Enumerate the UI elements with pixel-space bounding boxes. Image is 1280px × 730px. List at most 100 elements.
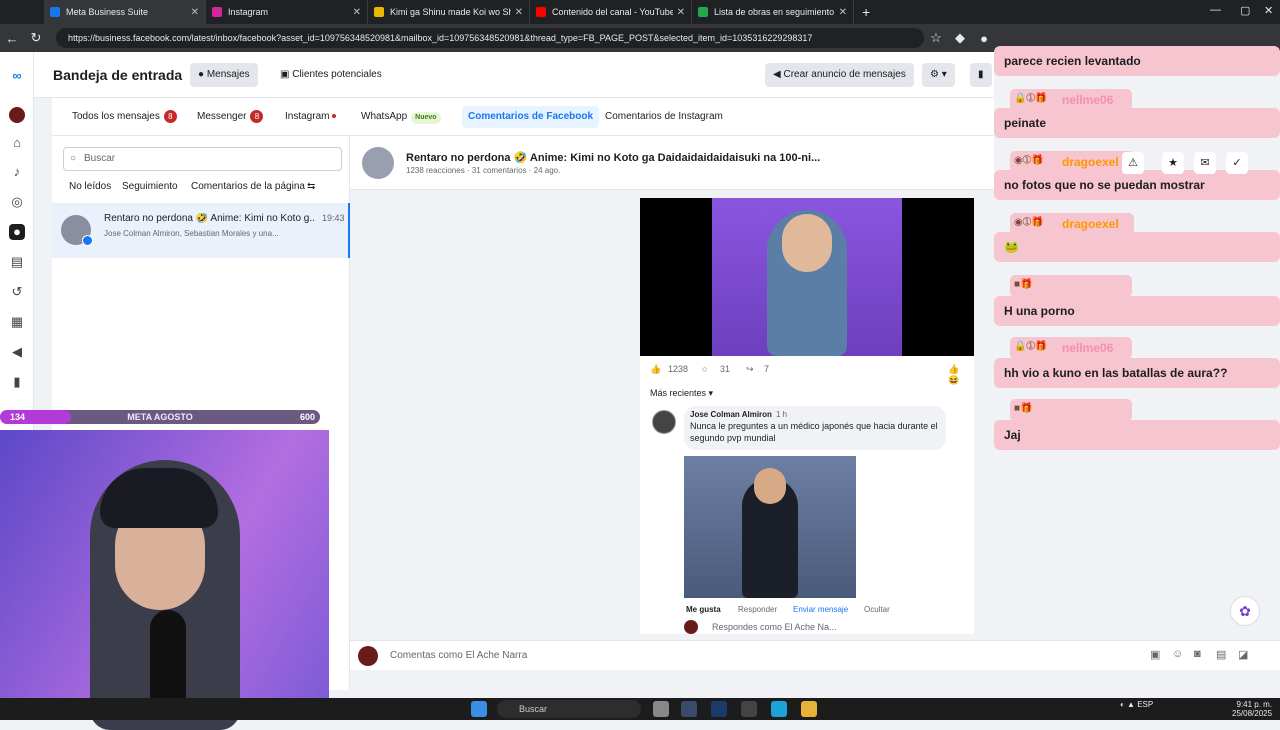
star-icon[interactable]: ☆ [924,30,948,46]
like-button[interactable]: Me gusta [686,605,721,614]
like-icon[interactable]: 👍 [650,364,661,375]
task-view-icon[interactable] [653,701,669,717]
tab-label: Instagram [285,111,330,122]
gif-icon[interactable]: ▣ [1150,648,1160,661]
video-frame [712,198,902,356]
like-count: 1238 [668,364,689,374]
tab-instagram[interactable]: Instagram ✕ [206,0,368,24]
comment-input[interactable]: Comentas como El Ache Narra ▣ ☺ ◙ ▤ ◪ [350,640,1280,670]
inbox-icon[interactable]: ● [9,224,25,240]
filter-unread[interactable]: No leídos [69,181,111,192]
chat-text: 🐸 [1004,240,1019,254]
alert-icon[interactable]: ⚠ [1122,152,1144,174]
comment-author[interactable]: Jose Colman Almiron 1 h [690,410,940,419]
author-name: Jose Colman Almiron [690,410,772,419]
settings-dropdown[interactable]: ⚙ ▾ [922,63,955,87]
avatar[interactable] [9,107,25,123]
tab-kimi-ga-shinu[interactable]: Kimi ga Shinu made Koi wo Shitai ✕ [368,0,530,24]
compass-icon[interactable]: ◎ [9,194,25,210]
comment-gif[interactable] [684,456,856,598]
video-player[interactable] [640,198,974,356]
sticker-icon[interactable]: ◪ [1238,648,1248,661]
insights-button[interactable]: ▮ [970,63,992,87]
pages-icon[interactable]: ▤ [9,254,25,270]
facebook-icon [82,235,93,246]
home-icon[interactable]: ⌂ [9,135,25,151]
create-ad-button[interactable]: ◀ Crear anuncio de mensajes [765,63,914,87]
tab-instagram-comments[interactable]: Comentarios de Instagram [599,106,729,128]
messages-tab[interactable]: ● Mensajes [190,63,258,87]
windows-start-icon[interactable] [471,701,487,717]
tab-youtube-studio[interactable]: Contenido del canal - YouTube Stu ✕ [530,0,692,24]
reply-button[interactable]: Responder [738,605,777,614]
minimize-icon[interactable]: — [1210,4,1221,16]
reload-icon[interactable]: ↻ [24,30,48,46]
app-icon[interactable] [681,701,697,717]
tab-label: Contenido del canal - YouTube Stu [552,7,673,17]
close-icon[interactable]: ✕ [353,7,361,18]
conversation-title: Rentaro no perdona 🤣 Anime: Kimi no Koto… [104,213,314,224]
tab-all-messages[interactable]: Todos los mensajes 8 [66,106,183,128]
edge-icon[interactable] [771,701,787,717]
photoshop-icon[interactable] [711,701,727,717]
obs-icon[interactable] [741,701,757,717]
sort-dropdown[interactable]: Más recientes ▾ [650,388,713,399]
list-item[interactable]: Rentaro no perdona 🤣 Anime: Kimi no Koto… [52,203,350,258]
close-icon[interactable]: ✕ [677,7,685,18]
goal-title: META AGOSTO [127,412,193,422]
language-indicator: ESP [1137,700,1154,709]
emoji-icon[interactable]: ☺ [1172,648,1183,660]
grid-icon[interactable]: ▦ [9,314,25,330]
filter-page-comments[interactable]: Comentarios de la página [191,181,305,192]
leads-icon: ▣ [280,69,290,80]
assistant-button[interactable]: ✿ [1230,596,1260,626]
share-icon[interactable]: ↪ [746,364,754,375]
mail-icon[interactable]: ✉ [1194,152,1216,174]
tab-instagram[interactable]: Instagram [279,106,342,128]
filter-settings-icon[interactable]: ⇆ [307,181,315,192]
meta-logo-icon[interactable]: ∞ [9,68,25,84]
tab-label: Kimi ga Shinu made Koi wo Shitai [390,7,511,17]
close-icon[interactable]: ✕ [839,7,847,18]
tab-lista-obras[interactable]: Lista de obras en seguimiento - H ✕ [692,0,854,24]
bell-icon[interactable]: ♪ [9,164,25,180]
maximize-icon[interactable]: ▢ [1240,4,1250,17]
chat-message: parece recien levantado [994,46,1280,76]
extension-icon[interactable]: ● [972,31,996,46]
chat-text: parece recien levantado [1004,54,1141,68]
search-input[interactable]: ○ Buscar [63,147,342,171]
camera-icon[interactable]: ◙ [1194,648,1201,660]
send-message-button[interactable]: Enviar mensaje [793,605,848,614]
planner-icon[interactable]: ↺ [9,284,25,300]
image-icon[interactable]: ▤ [1216,648,1226,661]
comment-icon[interactable]: ○ [702,364,707,374]
close-icon[interactable]: ✕ [191,7,199,18]
close-icon[interactable]: ✕ [515,7,523,18]
reply-input[interactable]: Respondes como El Ache Na... [684,618,964,634]
close-window-icon[interactable]: ✕ [1264,4,1273,17]
insights-icon[interactable]: ▮ [9,374,25,390]
goal-target: 600 [299,412,315,422]
tab-whatsapp[interactable]: WhatsApp Nuevo [355,106,447,128]
back-icon[interactable]: ← [0,31,24,46]
browser-window-controls[interactable] [0,0,44,24]
inbox-filter-tabs: Todos los mensajes 8 Messenger 8 Instagram… [52,98,994,136]
system-tray[interactable]: ◐ ▲ ESP [1120,700,1153,709]
star-icon[interactable]: ★ [1162,152,1184,174]
clock[interactable]: 9:41 p. m. 25/08/2025 [1232,700,1272,718]
extension-icon[interactable]: ◆ [948,30,972,46]
tab-facebook-comments[interactable]: Comentarios de Facebook [462,106,600,128]
check-icon[interactable]: ✓ [1226,152,1248,174]
hide-button[interactable]: Ocultar [864,605,890,614]
url-field[interactable]: https://business.facebook.com/latest/inb… [56,28,924,48]
tab-meta-business-suite[interactable]: Meta Business Suite ✕ [44,0,206,24]
tab-messenger[interactable]: Messenger 8 [191,106,269,128]
megaphone-icon[interactable]: ◀ [9,344,25,360]
leads-tab[interactable]: ▣ Clientes potenciales [272,63,390,87]
folder-icon[interactable] [801,701,817,717]
taskbar-search[interactable]: Buscar [497,700,641,718]
badge-icons: ◉➀🎁 [1014,155,1044,166]
post-title[interactable]: Rentaro no perdona 🤣 Anime: Kimi no Koto… [406,151,820,164]
new-tab-button[interactable]: + [862,4,870,20]
filter-followup[interactable]: Seguimiento [122,181,178,192]
